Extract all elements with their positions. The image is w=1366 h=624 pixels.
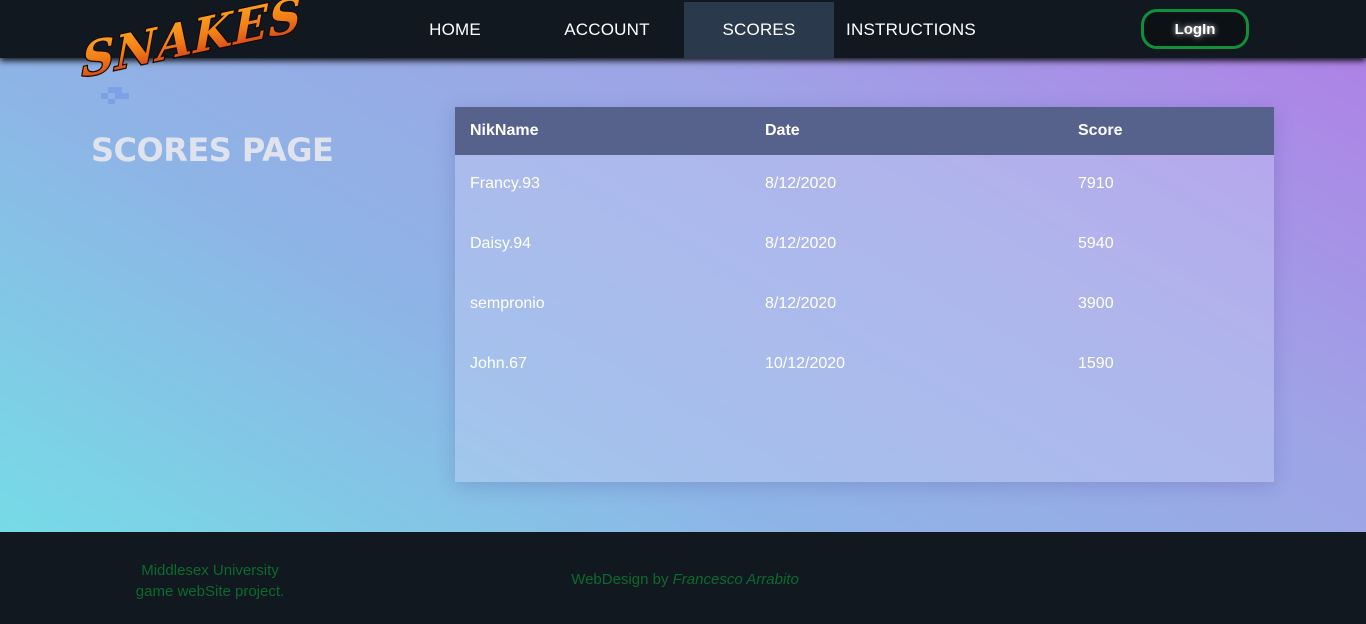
- cell-name: Francy.93: [470, 175, 540, 192]
- table-header: NikName Date Score: [455, 107, 1274, 155]
- snake-logo-icon: SNAKES: [81, 0, 303, 104]
- logo-text: SNAKES: [82, 0, 302, 88]
- header-score[interactable]: Score: [1078, 107, 1122, 155]
- nav-account[interactable]: ACCOUNT: [552, 2, 662, 58]
- header-date[interactable]: Date: [765, 107, 800, 155]
- footer-university: Middlesex University game webSite projec…: [110, 560, 310, 602]
- nav-instructions[interactable]: INSTRUCTIONS: [840, 2, 982, 58]
- header-nikname[interactable]: NikName: [470, 107, 538, 155]
- page-title: SCORES PAGE: [91, 131, 334, 169]
- footer: Middlesex University game webSite projec…: [0, 532, 1366, 624]
- nav-scores[interactable]: SCORES: [684, 2, 834, 58]
- cell-name: sempronio: [470, 295, 545, 312]
- snakes-logo[interactable]: SNAKES: [81, 0, 318, 104]
- login-button[interactable]: LogIn: [1141, 9, 1249, 49]
- nav-home[interactable]: HOME: [405, 2, 505, 58]
- scores-table: NikName Date Score Francy.93 8/12/2020 7…: [455, 107, 1274, 482]
- cell-name: Daisy.94: [470, 235, 532, 252]
- footer-line-2: game webSite project.: [135, 583, 285, 600]
- cell-date: 10/12/2020: [765, 355, 846, 372]
- cell-score: 5940: [1078, 235, 1114, 252]
- footer-line-1: Middlesex University: [141, 562, 279, 579]
- credit-author: Francesco Arrabito: [672, 571, 799, 588]
- footer-credit: WebDesign by Francesco Arrabito: [520, 571, 850, 588]
- cell-date: 8/12/2020: [765, 175, 837, 192]
- cell-name: John.67: [470, 355, 527, 372]
- cell-score: 1590: [1078, 355, 1114, 372]
- cell-date: 8/12/2020: [765, 235, 837, 252]
- credit-prefix: WebDesign by: [571, 571, 673, 588]
- cell-score: 7910: [1078, 175, 1114, 192]
- cell-score: 3900: [1078, 295, 1114, 312]
- cell-date: 8/12/2020: [765, 295, 837, 312]
